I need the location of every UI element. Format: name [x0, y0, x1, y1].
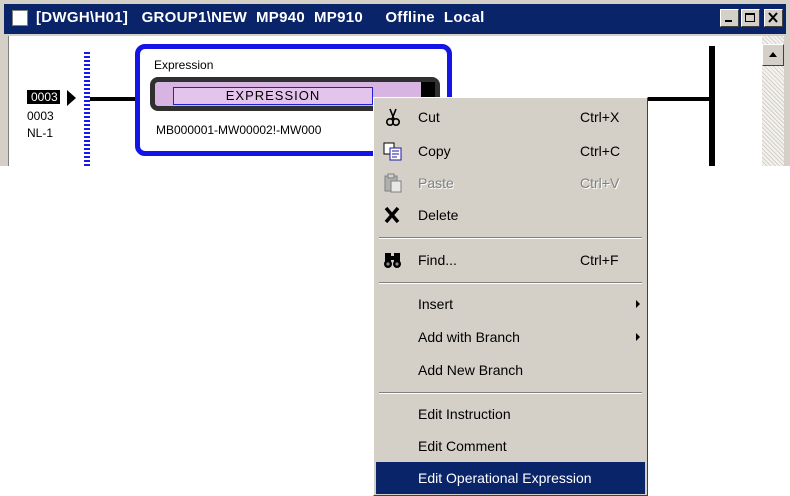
menu-shortcut: Ctrl+F — [580, 252, 619, 268]
expression-caption: Expression — [154, 58, 214, 72]
menu-item-insert[interactable]: Insert — [376, 288, 645, 320]
nest-level-label: NL-1 — [27, 126, 54, 140]
submenu-arrow-icon — [636, 333, 640, 341]
menu-label: Edit Operational Expression — [418, 470, 592, 486]
window-title: [DWGH\H01] GROUP1\NEW MP940 MP910 Offlin… — [36, 9, 485, 26]
menu-item-add-new-branch[interactable]: Add New Branch — [376, 354, 645, 386]
menu-separator — [379, 282, 642, 284]
menu-item-copy[interactable]: Copy Ctrl+C — [376, 135, 645, 167]
maximize-button[interactable] — [741, 9, 760, 27]
menu-label: Copy — [418, 143, 451, 159]
expression-formula: MB000001-MW00002!-MW000 — [156, 123, 322, 137]
menu-label: Cut — [418, 109, 440, 125]
menu-label: Add New Branch — [418, 362, 524, 378]
scissors-icon — [386, 108, 401, 127]
close-icon — [768, 12, 778, 23]
menu-separator — [379, 237, 642, 239]
menu-item-paste[interactable]: Paste Ctrl+V — [376, 167, 645, 199]
binoculars-icon — [384, 253, 401, 268]
menu-shortcut: Ctrl+C — [580, 143, 621, 159]
menu-item-edit-comment[interactable]: Edit Comment — [376, 430, 645, 462]
maximize-icon — [745, 13, 755, 22]
right-power-rail — [709, 46, 715, 166]
submenu-arrow-icon — [636, 300, 640, 308]
menu-label: Paste — [418, 175, 454, 191]
menu-label: Insert — [418, 296, 454, 312]
step-arrow-icon — [67, 90, 76, 106]
menu-item-edit-instruction[interactable]: Edit Instruction — [376, 398, 645, 430]
title-bar[interactable]: [DWGH\H01] GROUP1\NEW MP940 MP910 Offlin… — [4, 4, 786, 34]
menu-shortcut: Ctrl+V — [580, 175, 620, 191]
close-button[interactable] — [764, 9, 783, 27]
menu-item-edit-operational-expression[interactable]: Edit Operational Expression — [376, 462, 645, 494]
menu-label: Edit Comment — [418, 438, 507, 454]
menu-shortcut: Ctrl+X — [580, 109, 620, 125]
window-icon — [12, 10, 28, 26]
step-number: 0003 — [27, 90, 60, 104]
line-number: 0003 — [27, 109, 54, 123]
menu-label: Find... — [418, 252, 457, 268]
menu-label: Delete — [418, 207, 459, 223]
minimize-icon — [725, 20, 732, 22]
menu-label: Add with Branch — [418, 329, 520, 345]
arrow-up-icon — [769, 52, 777, 57]
left-power-rail — [84, 52, 90, 166]
vertical-scrollbar[interactable] — [762, 36, 784, 166]
minimize-button[interactable] — [720, 9, 739, 27]
delete-x-icon — [384, 206, 400, 224]
paste-icon — [384, 173, 402, 193]
menu-item-delete[interactable]: Delete — [376, 199, 645, 231]
expression-name: EXPRESSION — [173, 87, 373, 105]
menu-item-cut[interactable]: Cut Ctrl+X — [376, 101, 645, 133]
context-menu: Cut Ctrl+X Copy Ctrl+C Paste Ctrl+V Dele… — [373, 97, 648, 496]
menu-item-add-with-branch[interactable]: Add with Branch — [376, 321, 645, 353]
step-number-marker[interactable]: 0003 — [9, 90, 71, 106]
menu-separator — [379, 392, 642, 394]
scroll-up-button[interactable] — [762, 44, 784, 66]
menu-item-find[interactable]: Find... Ctrl+F — [376, 244, 645, 276]
menu-label: Edit Instruction — [418, 406, 511, 422]
copy-icon — [383, 142, 402, 161]
